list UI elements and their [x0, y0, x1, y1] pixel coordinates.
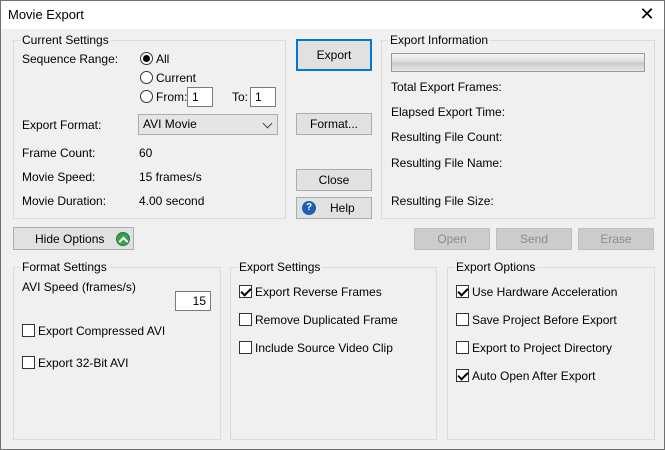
export-to-project-directory-checkbox[interactable] [456, 341, 469, 354]
sequence-range-label: Sequence Range: [22, 52, 119, 66]
export-to-project-directory-label[interactable]: Export to Project Directory [472, 341, 612, 355]
export-format-select[interactable]: AVI Movie [138, 114, 278, 135]
export-format-value: AVI Movie [143, 117, 197, 131]
help-button[interactable]: ? Help [296, 197, 372, 219]
help-icon: ? [302, 201, 316, 215]
export-options-title: Export Options [454, 260, 538, 274]
collapse-up-icon [116, 232, 130, 246]
radio-current[interactable] [140, 71, 153, 84]
send-button[interactable]: Send [496, 228, 572, 250]
total-export-frames-label: Total Export Frames: [391, 80, 502, 94]
export-32bit-avi-checkbox[interactable] [22, 356, 35, 369]
save-project-before-export-checkbox[interactable] [456, 313, 469, 326]
elapsed-export-time-label: Elapsed Export Time: [391, 105, 506, 119]
movie-speed-label: Movie Speed: [22, 170, 96, 184]
remove-duplicated-frame-checkbox[interactable] [239, 313, 252, 326]
radio-from[interactable] [140, 90, 153, 103]
format-settings-title: Format Settings [20, 260, 109, 274]
from-frame-input[interactable]: 1 [187, 87, 213, 107]
auto-open-after-export-label[interactable]: Auto Open After Export [472, 369, 595, 383]
window-title: Movie Export [8, 7, 84, 22]
resulting-file-count-label: Resulting File Count: [391, 130, 503, 144]
frame-count-value: 60 [139, 146, 153, 160]
close-button[interactable]: Close [296, 169, 372, 191]
avi-speed-input[interactable]: 15 [175, 291, 211, 311]
export-progress-bar [391, 53, 645, 72]
export-settings-title: Export Settings [237, 260, 323, 274]
open-button[interactable]: Open [414, 228, 490, 250]
title-bar: Movie Export ✕ [1, 1, 664, 29]
remove-duplicated-frame-label[interactable]: Remove Duplicated Frame [255, 313, 398, 327]
current-settings-title: Current Settings [20, 33, 111, 47]
export-information-title: Export Information [388, 33, 491, 47]
movie-duration-label: Movie Duration: [22, 194, 107, 208]
radio-from-label[interactable]: From: [156, 90, 187, 104]
resulting-file-size-label: Resulting File Size: [391, 194, 494, 208]
frame-count-label: Frame Count: [22, 146, 96, 160]
to-frame-input[interactable]: 1 [250, 87, 276, 107]
movie-speed-value: 15 frames/s [139, 170, 202, 184]
erase-button[interactable]: Erase [578, 228, 654, 250]
radio-current-label[interactable]: Current [156, 71, 196, 85]
export-button[interactable]: Export [296, 39, 372, 71]
use-hardware-acceleration-label[interactable]: Use Hardware Acceleration [472, 285, 617, 299]
radio-all[interactable] [140, 52, 153, 65]
export-32bit-avi-label[interactable]: Export 32-Bit AVI [38, 356, 129, 370]
hide-options-button[interactable]: Hide Options [13, 227, 134, 250]
include-source-video-clip-label[interactable]: Include Source Video Clip [255, 341, 393, 355]
help-button-label: Help [330, 201, 355, 215]
export-reverse-frames-checkbox[interactable] [239, 285, 252, 298]
export-compressed-avi-checkbox[interactable] [22, 324, 35, 337]
export-compressed-avi-label[interactable]: Export Compressed AVI [38, 324, 165, 338]
use-hardware-acceleration-checkbox[interactable] [456, 285, 469, 298]
chevron-down-icon [262, 118, 273, 129]
save-project-before-export-label[interactable]: Save Project Before Export [472, 313, 617, 327]
movie-duration-value: 4.00 second [139, 194, 205, 208]
movie-export-window: Movie Export ✕ Current Settings Sequence… [0, 0, 665, 450]
include-source-video-clip-checkbox[interactable] [239, 341, 252, 354]
export-reverse-frames-label[interactable]: Export Reverse Frames [255, 285, 382, 299]
to-label: To: [232, 90, 249, 104]
radio-all-label[interactable]: All [156, 52, 169, 66]
hide-options-label: Hide Options [35, 232, 105, 246]
export-format-label: Export Format: [22, 118, 102, 132]
format-button[interactable]: Format... [296, 113, 372, 135]
resulting-file-name-label: Resulting File Name: [391, 156, 503, 170]
close-window-icon[interactable]: ✕ [636, 3, 658, 25]
auto-open-after-export-checkbox[interactable] [456, 369, 469, 382]
avi-speed-label: AVI Speed (frames/s) [22, 280, 136, 294]
